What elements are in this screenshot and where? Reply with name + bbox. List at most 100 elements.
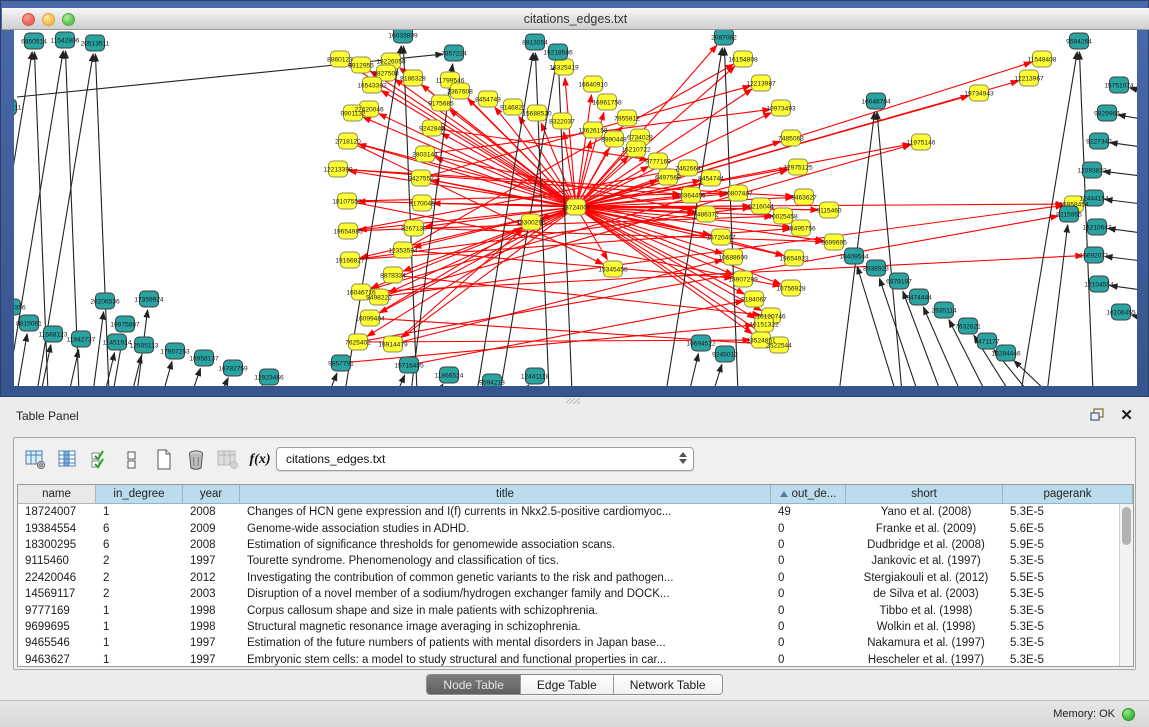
graph-node-label: 9175685	[428, 100, 454, 107]
cell-out_degree: 0	[771, 523, 846, 535]
splitter-grip[interactable]	[566, 398, 580, 404]
cell-year: 1997	[183, 555, 240, 567]
graph-node-label: 8990448	[601, 136, 627, 143]
zoom-window-icon[interactable]	[62, 13, 75, 26]
graph-node-label: 9901132	[340, 110, 366, 117]
cell-pagerank: 5.3E-5	[1003, 605, 1119, 617]
table-panel: Table Panel ✕	[0, 397, 1149, 700]
cell-name: 9463627	[18, 654, 96, 666]
table-row[interactable]: 1872400712008Changes of HCN gene express…	[18, 504, 1119, 520]
graph-node-label: 15958454	[1059, 201, 1089, 208]
graph-node-label: 12213967	[1014, 75, 1044, 82]
column-header-in_degree[interactable]: in_degree	[96, 485, 183, 504]
float-panel-icon[interactable]	[1090, 408, 1105, 422]
graph-node-label: 21299356	[14, 304, 26, 311]
graph-node-label: 7625402	[345, 339, 371, 346]
column-header-year[interactable]: year	[183, 485, 240, 504]
cell-year: 1997	[183, 654, 240, 666]
show-columns-icon[interactable]	[54, 446, 82, 474]
graph-node-label: 12104554	[1084, 281, 1114, 288]
graph-node-label: 16640910	[578, 81, 608, 88]
graph-node-label: 12975125	[783, 164, 813, 171]
cell-title: Changes of HCN gene expression and I(f) …	[240, 506, 771, 518]
cell-in_degree: 1	[96, 621, 183, 633]
graph-node-label: 12213399	[323, 166, 353, 173]
graph-node-label: 16099484	[355, 315, 385, 322]
graph-node-label: 15716485	[394, 362, 424, 369]
table-row[interactable]: 1830029562008Estimation of significance …	[18, 537, 1119, 553]
table-row[interactable]: 1938455462009Genome-wide association stu…	[18, 520, 1119, 536]
graph-node-label: 11451914	[103, 339, 132, 346]
graph-node-label: 9829966	[1094, 110, 1120, 117]
cell-short: Dudbridge et al. (2008)	[846, 539, 1003, 551]
cell-pagerank: 5.3E-5	[1003, 637, 1119, 649]
graph-node-label: 10975887	[110, 321, 140, 328]
graph-node-label: 10807487	[723, 190, 753, 197]
graph-node-label: 7632621	[955, 323, 981, 330]
graph-node-label: 11866524	[435, 372, 464, 379]
window-titlebar[interactable]: citations_edges.txt	[2, 8, 1149, 30]
graph-node-label: 9115460	[816, 207, 842, 214]
delete-table-icon[interactable]	[214, 446, 242, 474]
table-row[interactable]: 2242004622012Investigating the contribut…	[18, 570, 1119, 586]
vertical-scrollbar[interactable]	[1119, 504, 1133, 666]
cell-pagerank: 5.3E-5	[1003, 654, 1119, 666]
tab-network-table[interactable]: Network Table	[614, 675, 722, 694]
network-canvas[interactable]: 1872400788601238912955182260589827508165…	[14, 30, 1137, 386]
graph-node-label: 8938923	[863, 265, 889, 272]
cell-name: 18300295	[18, 539, 96, 551]
cell-in_degree: 1	[96, 506, 183, 518]
column-header-out_de[interactable]: out_de...	[771, 485, 846, 504]
table-row[interactable]: 977716911998Corpus callosum shape and si…	[18, 602, 1119, 618]
graph-node-label: 12923466	[254, 374, 284, 381]
graph-node-label: 19218586	[543, 49, 573, 56]
close-panel-icon[interactable]: ✕	[1120, 406, 1133, 424]
graph-node-label: 18495756	[786, 225, 816, 232]
table-row[interactable]: 911546021997Tourette syndrome. Phenomeno…	[18, 553, 1119, 569]
network-table-selector[interactable]: citations_edges.txt	[276, 447, 694, 471]
close-window-icon[interactable]	[22, 13, 35, 26]
graph-node-label: 20513211	[14, 104, 22, 111]
scrollbar-thumb[interactable]	[1122, 507, 1131, 545]
create-column-icon[interactable]	[150, 446, 178, 474]
graph-node-label: 2935114	[931, 307, 957, 314]
graph-node-label: 12441118	[521, 373, 550, 380]
table-panel-body: f(x) citations_edges.txt namein_degreeye…	[13, 437, 1136, 670]
graph-node-label: 18907299	[728, 276, 758, 283]
graph-node-label: 13626158	[578, 127, 608, 134]
graph-node-label: 18409544	[839, 253, 869, 260]
graph-node-label: 2087082	[711, 34, 737, 41]
column-header-pagerank[interactable]: pagerank	[1003, 485, 1133, 504]
graph-node-label: 6216044	[748, 203, 774, 210]
cell-pagerank: 5.3E-5	[1003, 555, 1119, 567]
table-row[interactable]: 1456911722003Disruption of a novel membe…	[18, 586, 1119, 602]
cell-out_degree: 0	[771, 555, 846, 567]
graph-node-label: 15720407	[706, 234, 736, 241]
table-rows: 1872400712008Changes of HCN gene express…	[18, 504, 1119, 666]
table-row[interactable]: 946554611997Estimation of the future num…	[18, 635, 1119, 651]
graph-node-label: 8878334	[380, 272, 406, 279]
table-mode-icon[interactable]	[22, 446, 50, 474]
unselect-rows-icon[interactable]	[118, 446, 146, 474]
graph-node-label: 2522544	[766, 342, 792, 349]
minimize-window-icon[interactable]	[42, 13, 55, 26]
table-row[interactable]: 969969511998Structural magnetic resonanc…	[18, 619, 1119, 635]
cell-year: 2009	[183, 523, 240, 535]
cell-short: Yano et al. (2008)	[846, 506, 1003, 518]
column-header-short[interactable]: short	[846, 485, 1003, 504]
table-header-row: namein_degreeyeartitleout_de...shortpage…	[18, 485, 1133, 504]
function-builder-icon[interactable]: f(x)	[246, 446, 274, 474]
application-window: citations_edges.txt 18724007886012389129…	[0, 0, 1149, 727]
tab-edge-table[interactable]: Edge Table	[521, 675, 614, 694]
column-header-name[interactable]: name	[18, 485, 96, 504]
select-all-icon[interactable]	[86, 446, 114, 474]
table-toolbar: f(x) citations_edges.txt	[14, 438, 1135, 482]
graph-node-label: 19654985	[333, 228, 363, 235]
cell-out_degree: 0	[771, 621, 846, 633]
graph-node-label: 19166827	[335, 257, 365, 264]
cell-out_degree: 0	[771, 637, 846, 649]
table-row[interactable]: 946362711997Embryonic stem cells: a mode…	[18, 652, 1119, 666]
delete-columns-icon[interactable]	[182, 446, 210, 474]
column-header-title[interactable]: title	[240, 485, 771, 504]
tab-node-table[interactable]: Node Table	[427, 675, 521, 694]
